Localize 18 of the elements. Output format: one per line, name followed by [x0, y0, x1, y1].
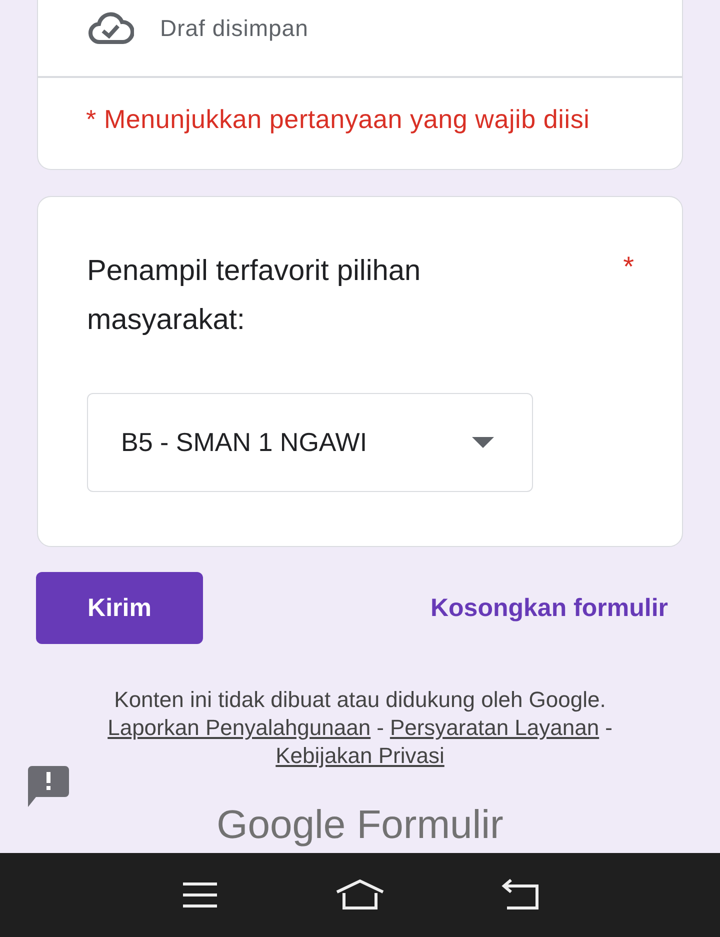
clear-form-link[interactable]: Kosongkan formulir — [430, 594, 668, 622]
required-note: * Menunjukkan pertanyaan yang wajib diisi — [85, 103, 591, 136]
cloud-check-icon — [88, 11, 134, 45]
footer-link[interactable]: Kebijakan Privasi — [276, 742, 444, 770]
answer-dropdown[interactable]: B5 - SMAN 1 NGAWI — [87, 393, 533, 492]
disclaimer-text: Konten ini tidak dibuat atau didukung oleh Google. — [114, 686, 606, 714]
feedback-icon[interactable] — [28, 766, 69, 807]
save-status-text: Draf disimpan — [160, 14, 308, 42]
separator-text: - — [605, 714, 612, 742]
question-title: Penampil terfavorit pilihan masyarakat: — [87, 254, 422, 338]
caret-icon — [472, 437, 494, 448]
separator-text: - — [376, 714, 384, 742]
brand-logo-text: Google Formulir — [216, 802, 504, 848]
home-icon[interactable] — [335, 878, 385, 912]
footer-link[interactable]: Persyaratan Layanan — [390, 714, 600, 742]
required-mark: * — [623, 250, 634, 284]
footer-link[interactable]: Laporkan Penyalahgunaan — [108, 714, 371, 742]
submit-button[interactable]: Kirim — [36, 572, 203, 644]
